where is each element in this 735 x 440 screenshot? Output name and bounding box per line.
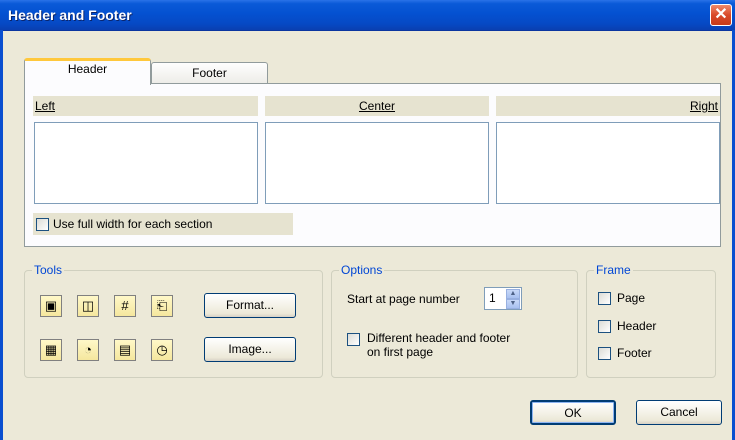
frame-page-checkbox[interactable] — [598, 292, 611, 305]
image-button[interactable]: Image... — [204, 337, 296, 362]
options-group — [331, 270, 578, 378]
right-section-input[interactable] — [496, 122, 720, 204]
left-column-label: Left — [35, 99, 56, 113]
close-icon[interactable]: ✕ — [710, 4, 732, 26]
start-page-label: Start at page number — [347, 292, 460, 306]
page-count-icon[interactable]: ⎗ — [151, 295, 173, 317]
center-column-label: Center — [358, 99, 396, 113]
date-icon[interactable]: ▦ — [40, 339, 62, 361]
window-frame-left — [0, 30, 3, 440]
left-section-input[interactable] — [34, 122, 258, 204]
center-section-input[interactable] — [265, 122, 489, 204]
page-number-icon[interactable]: # — [114, 295, 136, 317]
full-width-option[interactable]: Use full width for each section — [33, 213, 293, 235]
full-width-label: Use full width for each section — [53, 217, 213, 231]
tab-footer-label: Footer — [192, 66, 227, 80]
header-footer-dialog: Header and Footer ✕ Header Footer Left C… — [0, 0, 735, 440]
left-column-header: Left — [33, 96, 258, 116]
tab-header[interactable]: Header — [24, 58, 151, 85]
spinner-up-icon[interactable]: ▲ — [506, 289, 520, 299]
title-bar[interactable]: Header and Footer ✕ — [0, 0, 735, 31]
different-first-page-label-line2: on first page — [367, 345, 434, 359]
options-group-label: Options — [339, 263, 385, 277]
frame-group-label: Frame — [594, 263, 633, 277]
folder-icon[interactable]: ◫ — [77, 295, 99, 317]
format-button[interactable]: Format... — [204, 293, 296, 318]
tab-footer[interactable]: Footer — [151, 62, 268, 85]
full-width-checkbox[interactable] — [36, 218, 49, 231]
center-column-header: Center — [265, 96, 489, 116]
frame-footer-checkbox[interactable] — [598, 347, 611, 360]
frame-header-label: Header — [617, 319, 657, 333]
different-first-page-label-line1: Different header and footer — [367, 331, 511, 345]
frame-page-label: Page — [617, 291, 646, 305]
right-column-header: Right — [496, 96, 720, 116]
calendar-icon[interactable]: ▤ — [114, 339, 136, 361]
clock-icon[interactable]: ◷ — [151, 339, 173, 361]
start-page-spinner[interactable]: 1 ▲ ▼ — [484, 287, 522, 310]
cancel-button[interactable]: Cancel — [636, 400, 722, 425]
ok-button[interactable]: OK — [530, 400, 616, 425]
time-icon[interactable]: ◔ — [77, 339, 99, 361]
frame-footer-label: Footer — [617, 346, 652, 360]
tab-header-label: Header — [67, 62, 108, 76]
start-page-value: 1 — [489, 291, 496, 305]
right-column-label: Right — [689, 99, 718, 113]
frame-header-checkbox[interactable] — [598, 320, 611, 333]
tools-group-label: Tools — [32, 263, 65, 277]
spinner-down-icon[interactable]: ▼ — [506, 299, 520, 309]
different-first-page-checkbox[interactable] — [347, 333, 360, 346]
save-icon[interactable]: ▣ — [40, 295, 62, 317]
dialog-title: Header and Footer — [8, 7, 132, 23]
